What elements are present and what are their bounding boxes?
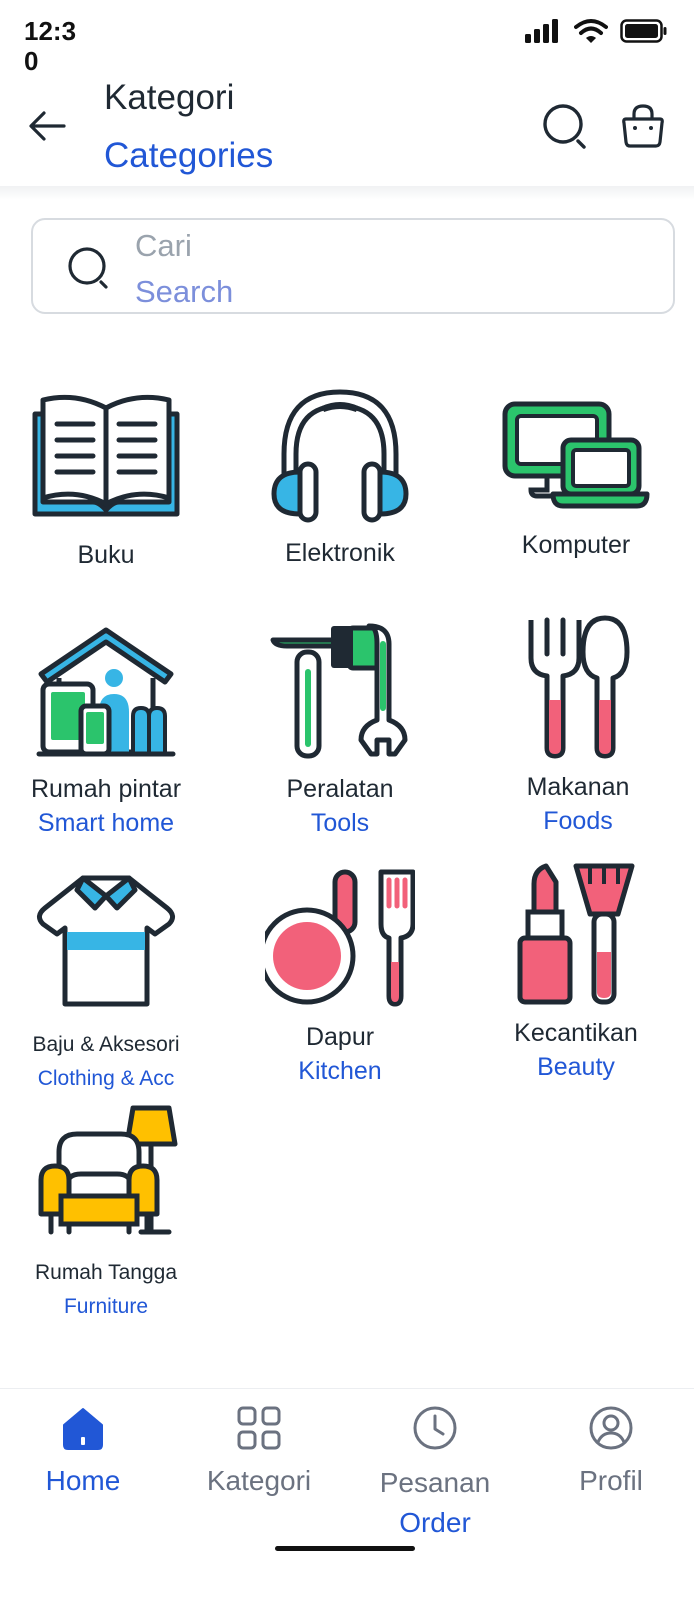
computer-icon (502, 401, 650, 509)
category-label: Makanan (526, 773, 630, 801)
smart-home-icon (36, 627, 176, 757)
category-label: Rumah Tangga (34, 1261, 178, 1284)
category-label-en: Smart home (37, 809, 175, 837)
search-input[interactable]: Cari Search (31, 218, 675, 314)
nav-label: Home (45, 1465, 121, 1496)
book-icon (32, 394, 180, 517)
category-label: Komputer (521, 531, 631, 559)
status-icons (524, 18, 668, 44)
home-indicator (275, 1546, 415, 1551)
category-rumah-pintar[interactable]: Rumah pintar Smart home (6, 622, 206, 840)
category-rumah-tangga[interactable]: Rumah Tangga Furniture (6, 1104, 206, 1324)
category-label-en: Tools (310, 809, 370, 837)
search-placeholder: Cari (135, 228, 192, 263)
nav-home[interactable]: Home (8, 1405, 158, 1501)
user-icon (589, 1406, 633, 1450)
category-label: Baju & Aksesori (32, 1033, 180, 1056)
category-baju[interactable]: Baju & Aksesori Clothing & Acc (6, 870, 206, 1096)
category-makanan[interactable]: Makanan Foods (478, 614, 678, 838)
category-label: Kecantikan (514, 1019, 638, 1047)
search-icon (68, 247, 108, 289)
category-label-en: Clothing & Acc (37, 1067, 175, 1090)
utensils-icon (528, 615, 630, 759)
category-label: Elektronik (285, 539, 395, 567)
category-label-en: Kitchen (298, 1057, 382, 1085)
category-label: Buku (77, 541, 135, 569)
nav-pesanan[interactable]: Pesanan Order (360, 1405, 510, 1543)
home-icon (63, 1408, 103, 1450)
category-label: Rumah pintar (30, 775, 182, 803)
page-title: Kategori (104, 78, 235, 117)
category-elektronik[interactable]: Elektronik (240, 386, 440, 570)
page-subtitle: Categories (104, 136, 274, 175)
nav-profil[interactable]: Profil (536, 1405, 686, 1501)
category-dapur[interactable]: Dapur Kitchen (240, 866, 440, 1088)
category-label: Peralatan (286, 775, 394, 803)
nav-label: Profil (579, 1465, 643, 1496)
tools-icon (270, 623, 408, 759)
wifi-icon (574, 19, 608, 43)
signal-icon (525, 19, 558, 43)
category-label-en: Furniture (63, 1295, 149, 1318)
category-kecantikan[interactable]: Kecantikan Beauty (476, 862, 676, 1084)
header-search-icon[interactable] (542, 103, 588, 149)
pan-icon (265, 869, 415, 1007)
bottom-navigation: Home Kategori Pesanan Order Profil (0, 1388, 694, 1601)
category-label-en: Foods (543, 807, 613, 835)
search-placeholder-en: Search (135, 274, 234, 309)
category-label-en: Beauty (537, 1053, 615, 1081)
category-label: Dapur (305, 1023, 375, 1051)
category-komputer[interactable]: Komputer (476, 400, 676, 562)
nav-label-en: Order (399, 1507, 471, 1538)
grid-icon (237, 1406, 281, 1450)
shopping-bag-icon[interactable] (620, 103, 666, 149)
clock-icon (413, 1406, 457, 1450)
nav-label: Pesanan (379, 1467, 491, 1498)
status-bar: 12:30 (0, 0, 694, 80)
shirt-icon (37, 875, 175, 1007)
status-time: 12:30 (24, 16, 77, 76)
category-peralatan[interactable]: Peralatan Tools (240, 622, 440, 840)
header-shadow (0, 186, 694, 200)
category-buku[interactable]: Buku (6, 386, 206, 572)
sofa-icon (38, 1105, 178, 1235)
back-arrow-icon[interactable] (26, 104, 70, 148)
battery-icon (620, 19, 667, 43)
makeup-icon (517, 863, 635, 1005)
headphones-icon (271, 389, 409, 523)
nav-kategori[interactable]: Kategori (184, 1405, 334, 1501)
nav-label: Kategori (206, 1465, 312, 1496)
